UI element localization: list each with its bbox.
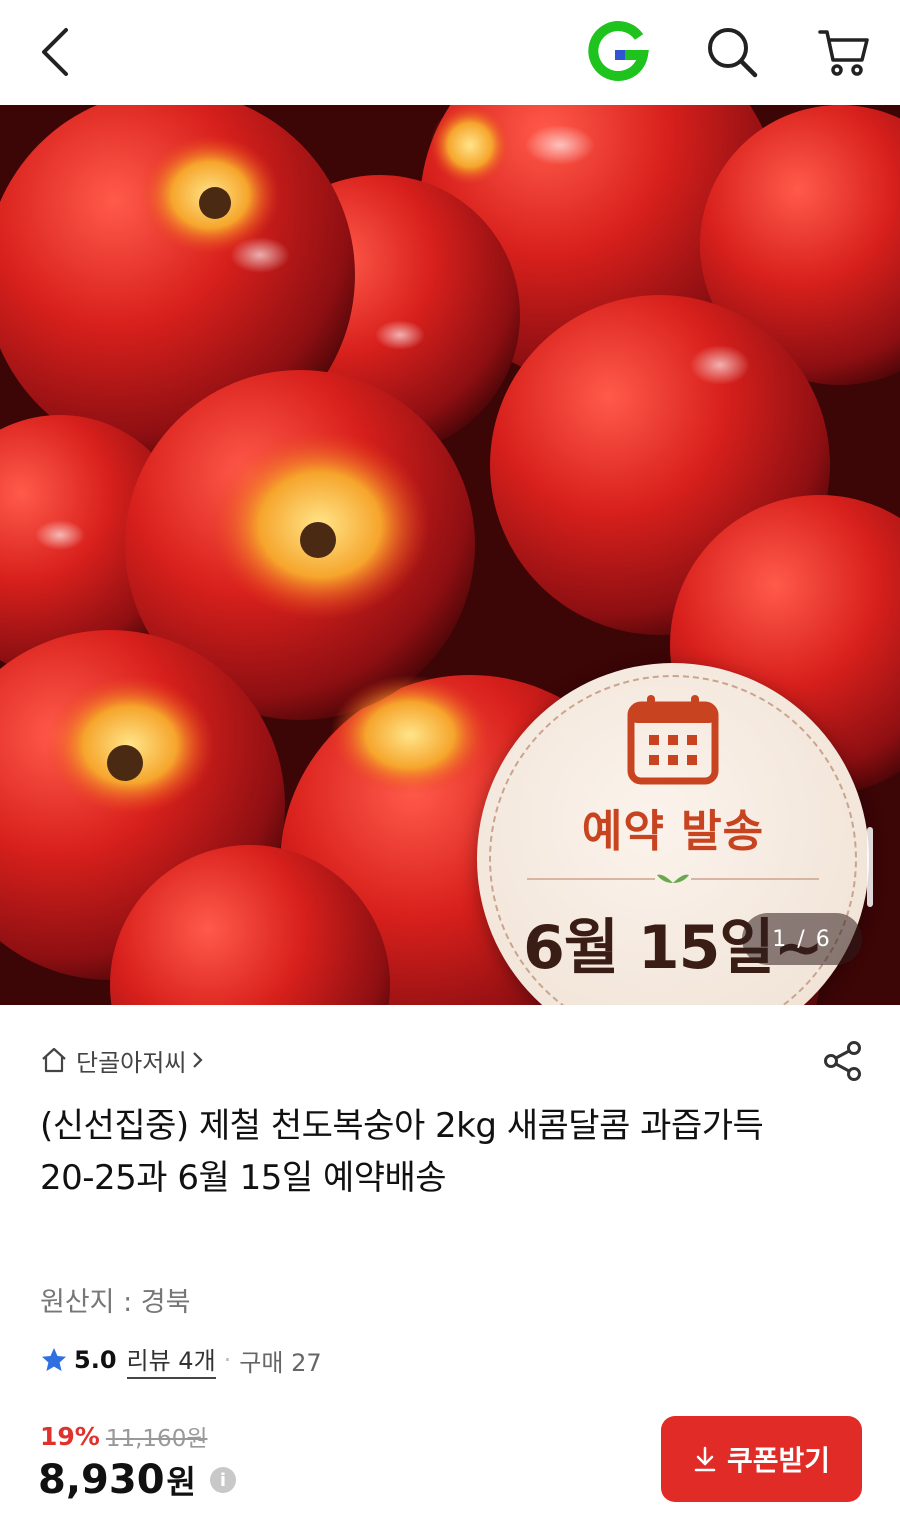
product-title: (신선집중) 제철 천도복숭아 2kg 새콤달콤 과즙가득 20-25과 6월 …	[40, 1106, 764, 1198]
calendar-icon	[627, 695, 719, 785]
search-button[interactable]	[694, 14, 770, 90]
discount-row: 19% 11,160원	[40, 1418, 207, 1454]
product-image-carousel[interactable]: 예약 발송 6월 15일~ 1 / 6	[0, 105, 900, 1005]
coupon-button[interactable]: 쿠폰받기	[661, 1416, 862, 1502]
scroll-indicator	[867, 827, 873, 907]
sale-price: 8,930	[38, 1457, 165, 1503]
sale-price-row: 8,930 원 i	[38, 1452, 236, 1508]
image-page-indicator: 1 / 6	[742, 913, 862, 965]
rating-row: 5.0 리뷰 4개 · 구매 27	[40, 1341, 322, 1379]
original-price: 11,160원	[105, 1426, 208, 1452]
search-icon	[708, 28, 758, 78]
origin-label: 원산지 : 경북	[40, 1287, 191, 1318]
leaf-divider-icon	[527, 874, 819, 883]
chevron-right-icon	[193, 1052, 203, 1068]
gmarket-home-button[interactable]	[580, 14, 656, 90]
purchase-count: 구매 27	[239, 1348, 322, 1377]
separator-dot: ·	[223, 1346, 232, 1374]
home-icon	[42, 1047, 66, 1073]
review-link[interactable]: 리뷰 4개	[126, 1341, 216, 1379]
badge-title: 예약 발송	[581, 806, 765, 857]
download-icon	[694, 1446, 716, 1472]
share-button[interactable]	[818, 1036, 868, 1086]
discount-rate: 19%	[40, 1421, 100, 1451]
cart-icon	[818, 30, 869, 76]
currency-unit: 원	[166, 1463, 196, 1501]
price-info-icon[interactable]: i	[209, 1467, 236, 1493]
rating-score: 5.0	[74, 1346, 117, 1374]
seller-name: 단골아저씨	[76, 1048, 187, 1077]
cart-button[interactable]	[806, 14, 882, 90]
seller-link[interactable]: 단골아저씨	[40, 1040, 204, 1080]
g-logo-icon	[588, 21, 649, 82]
star-icon	[42, 1348, 66, 1371]
back-icon	[42, 28, 68, 76]
coupon-label: 쿠폰받기	[726, 1444, 831, 1477]
back-button[interactable]	[18, 14, 94, 90]
share-icon	[824, 1041, 861, 1081]
top-bar	[0, 0, 900, 105]
